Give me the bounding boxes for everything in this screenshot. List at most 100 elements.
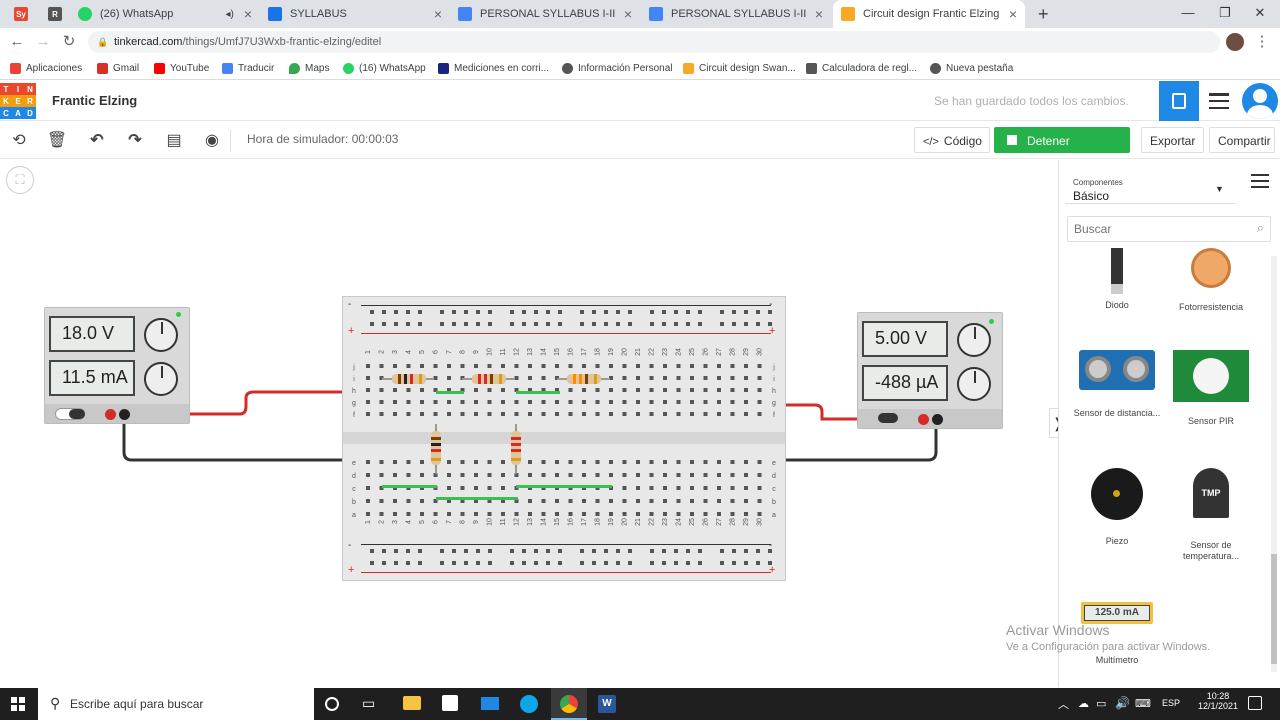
search-input[interactable] xyxy=(1074,218,1244,240)
resistor-2[interactable] xyxy=(462,374,514,384)
component-label: Sensor de distancia... xyxy=(1073,408,1161,418)
resistor-5[interactable] xyxy=(511,424,521,474)
category-caption: Componentes xyxy=(1073,178,1123,187)
components-panel: Componentes Básico ▼ ⌕ Diodo Fotorresist… xyxy=(1058,160,1280,687)
circuit-view-button[interactable] xyxy=(1159,81,1199,121)
current-knob[interactable] xyxy=(957,367,991,401)
chrome-icon xyxy=(560,695,578,713)
pir-sensor-icon xyxy=(1173,350,1249,402)
power-supply-left[interactable]: 18.0 V 11.5 mA xyxy=(44,307,190,424)
psu-current-display: 11.5 mA xyxy=(49,360,135,396)
maximize-icon[interactable]: ❐ xyxy=(1205,0,1245,28)
resistor-4[interactable] xyxy=(431,424,441,474)
psu-voltage-display: 18.0 V xyxy=(49,316,135,352)
chevron-up-icon[interactable]: ︿ xyxy=(1058,696,1069,712)
cortana-icon[interactable] xyxy=(325,697,339,711)
multimeter-icon: 125.0 mA xyxy=(1081,602,1153,624)
negative-terminal[interactable] xyxy=(119,409,130,420)
positive-terminal[interactable] xyxy=(105,409,116,420)
panel-scrollbar[interactable] xyxy=(1271,256,1277,672)
language-indicator[interactable]: ESP xyxy=(1162,698,1180,708)
export-label: Exportar xyxy=(1150,134,1196,148)
edge-icon[interactable] xyxy=(520,695,538,713)
power-switch[interactable] xyxy=(55,408,85,420)
status-led xyxy=(176,312,181,317)
activation-watermark-title: Activar Windows xyxy=(1006,622,1110,638)
volume-icon[interactable]: 🔊 xyxy=(1115,696,1130,710)
positive-terminal[interactable] xyxy=(918,414,929,425)
photoresistor-icon xyxy=(1191,248,1231,288)
negative-terminal[interactable] xyxy=(932,414,943,425)
taskbar-search-box[interactable]: ⚲ Escribe aquí para buscar xyxy=(38,688,314,720)
menu-dots-icon[interactable]: ⋮ xyxy=(1252,32,1272,52)
search-field[interactable]: ⌕ xyxy=(1067,216,1271,242)
component-label: Sensor PIR xyxy=(1187,416,1235,426)
store-icon[interactable] xyxy=(442,695,458,711)
psu-voltage-display: 5.00 V xyxy=(862,321,948,357)
file-explorer-icon[interactable] xyxy=(403,696,421,710)
power-switch[interactable] xyxy=(878,413,898,423)
taskbar-search-placeholder: Escribe aquí para buscar xyxy=(70,697,204,711)
share-button[interactable]: Compartir xyxy=(1209,127,1275,153)
category-value: Básico xyxy=(1073,189,1110,203)
ultrasonic-sensor-icon xyxy=(1079,350,1155,390)
clock[interactable]: 10:28 12/1/2021 xyxy=(1198,691,1238,711)
activation-watermark-subtitle: Ve a Configuración para activar Windows. xyxy=(1006,641,1211,653)
clock-date: 12/1/2021 xyxy=(1198,701,1239,711)
component-label: Piezo xyxy=(1105,536,1129,546)
components-list-icon[interactable] xyxy=(1209,93,1229,109)
list-view-icon[interactable] xyxy=(1251,174,1269,188)
search-icon: ⚲ xyxy=(50,695,61,711)
windows-taskbar: ⚲ Escribe aquí para buscar ▭ W ︿ ☁ ▭ 🔊 ⌨… xyxy=(0,688,1280,720)
windows-start-icon[interactable] xyxy=(11,697,25,711)
category-dropdown[interactable]: Componentes Básico ▼ xyxy=(1065,166,1235,204)
task-view-icon[interactable]: ▭ xyxy=(362,695,375,712)
component-label: Fotorresistencia xyxy=(1178,302,1244,312)
share-label: Compartir xyxy=(1218,134,1271,148)
green-connection xyxy=(382,485,437,488)
status-led xyxy=(989,319,994,324)
component-label: Multímetro xyxy=(1095,655,1139,665)
diode-icon xyxy=(1111,248,1123,294)
window-close-icon[interactable]: ✕ xyxy=(1240,0,1280,28)
chip-icon xyxy=(1172,93,1186,109)
component-label: Sensor de temperatura... xyxy=(1182,540,1240,561)
component-diodo[interactable]: Diodo xyxy=(1069,248,1165,311)
component-fotorresistencia[interactable]: Fotorresistencia xyxy=(1163,248,1259,313)
components-layer xyxy=(382,374,612,500)
component-sensor-pir[interactable]: Sensor PIR xyxy=(1163,350,1259,427)
minimize-icon[interactable]: — xyxy=(1168,0,1208,28)
piezo-icon xyxy=(1091,468,1143,520)
green-connection xyxy=(436,497,518,500)
temperature-sensor-icon: TMP xyxy=(1193,468,1229,518)
green-connection xyxy=(516,485,612,488)
chrome-taskbar-button[interactable] xyxy=(551,688,587,720)
clock-time: 10:28 xyxy=(1206,691,1230,701)
voltage-knob[interactable] xyxy=(144,318,178,352)
export-button[interactable]: Exportar xyxy=(1141,127,1204,153)
psu-current-display: -488 µA xyxy=(862,365,948,401)
keyboard-icon[interactable]: ⌨ xyxy=(1135,697,1151,710)
multimeter-reading: 125.0 mA xyxy=(1084,605,1150,621)
user-avatar[interactable] xyxy=(1242,83,1278,119)
current-knob[interactable] xyxy=(144,362,178,396)
notifications-icon[interactable] xyxy=(1248,696,1262,710)
word-icon[interactable]: W xyxy=(598,695,616,713)
green-connection xyxy=(436,391,464,394)
mail-icon[interactable] xyxy=(481,697,499,710)
search-icon: ⌕ xyxy=(1256,220,1264,235)
network-icon[interactable]: ▭ xyxy=(1096,697,1106,710)
chevron-down-icon: ▼ xyxy=(1215,184,1224,194)
component-label: Diodo xyxy=(1105,300,1129,310)
component-sensor-distancia[interactable]: Sensor de distancia... xyxy=(1069,350,1165,419)
component-sensor-temperatura[interactable]: TMP Sensor de temperatura... xyxy=(1163,468,1259,562)
resistor-3[interactable] xyxy=(557,374,610,384)
tmp-label: TMP xyxy=(1201,488,1221,498)
component-piezo[interactable]: Piezo xyxy=(1069,468,1165,547)
profile-avatar[interactable] xyxy=(1226,33,1244,51)
cloud-icon[interactable]: ☁ xyxy=(1078,697,1089,710)
green-connection xyxy=(516,391,560,394)
power-supply-right[interactable]: 5.00 V -488 µA xyxy=(857,312,1003,429)
voltage-knob[interactable] xyxy=(957,323,991,357)
resistor-1[interactable] xyxy=(382,374,434,384)
